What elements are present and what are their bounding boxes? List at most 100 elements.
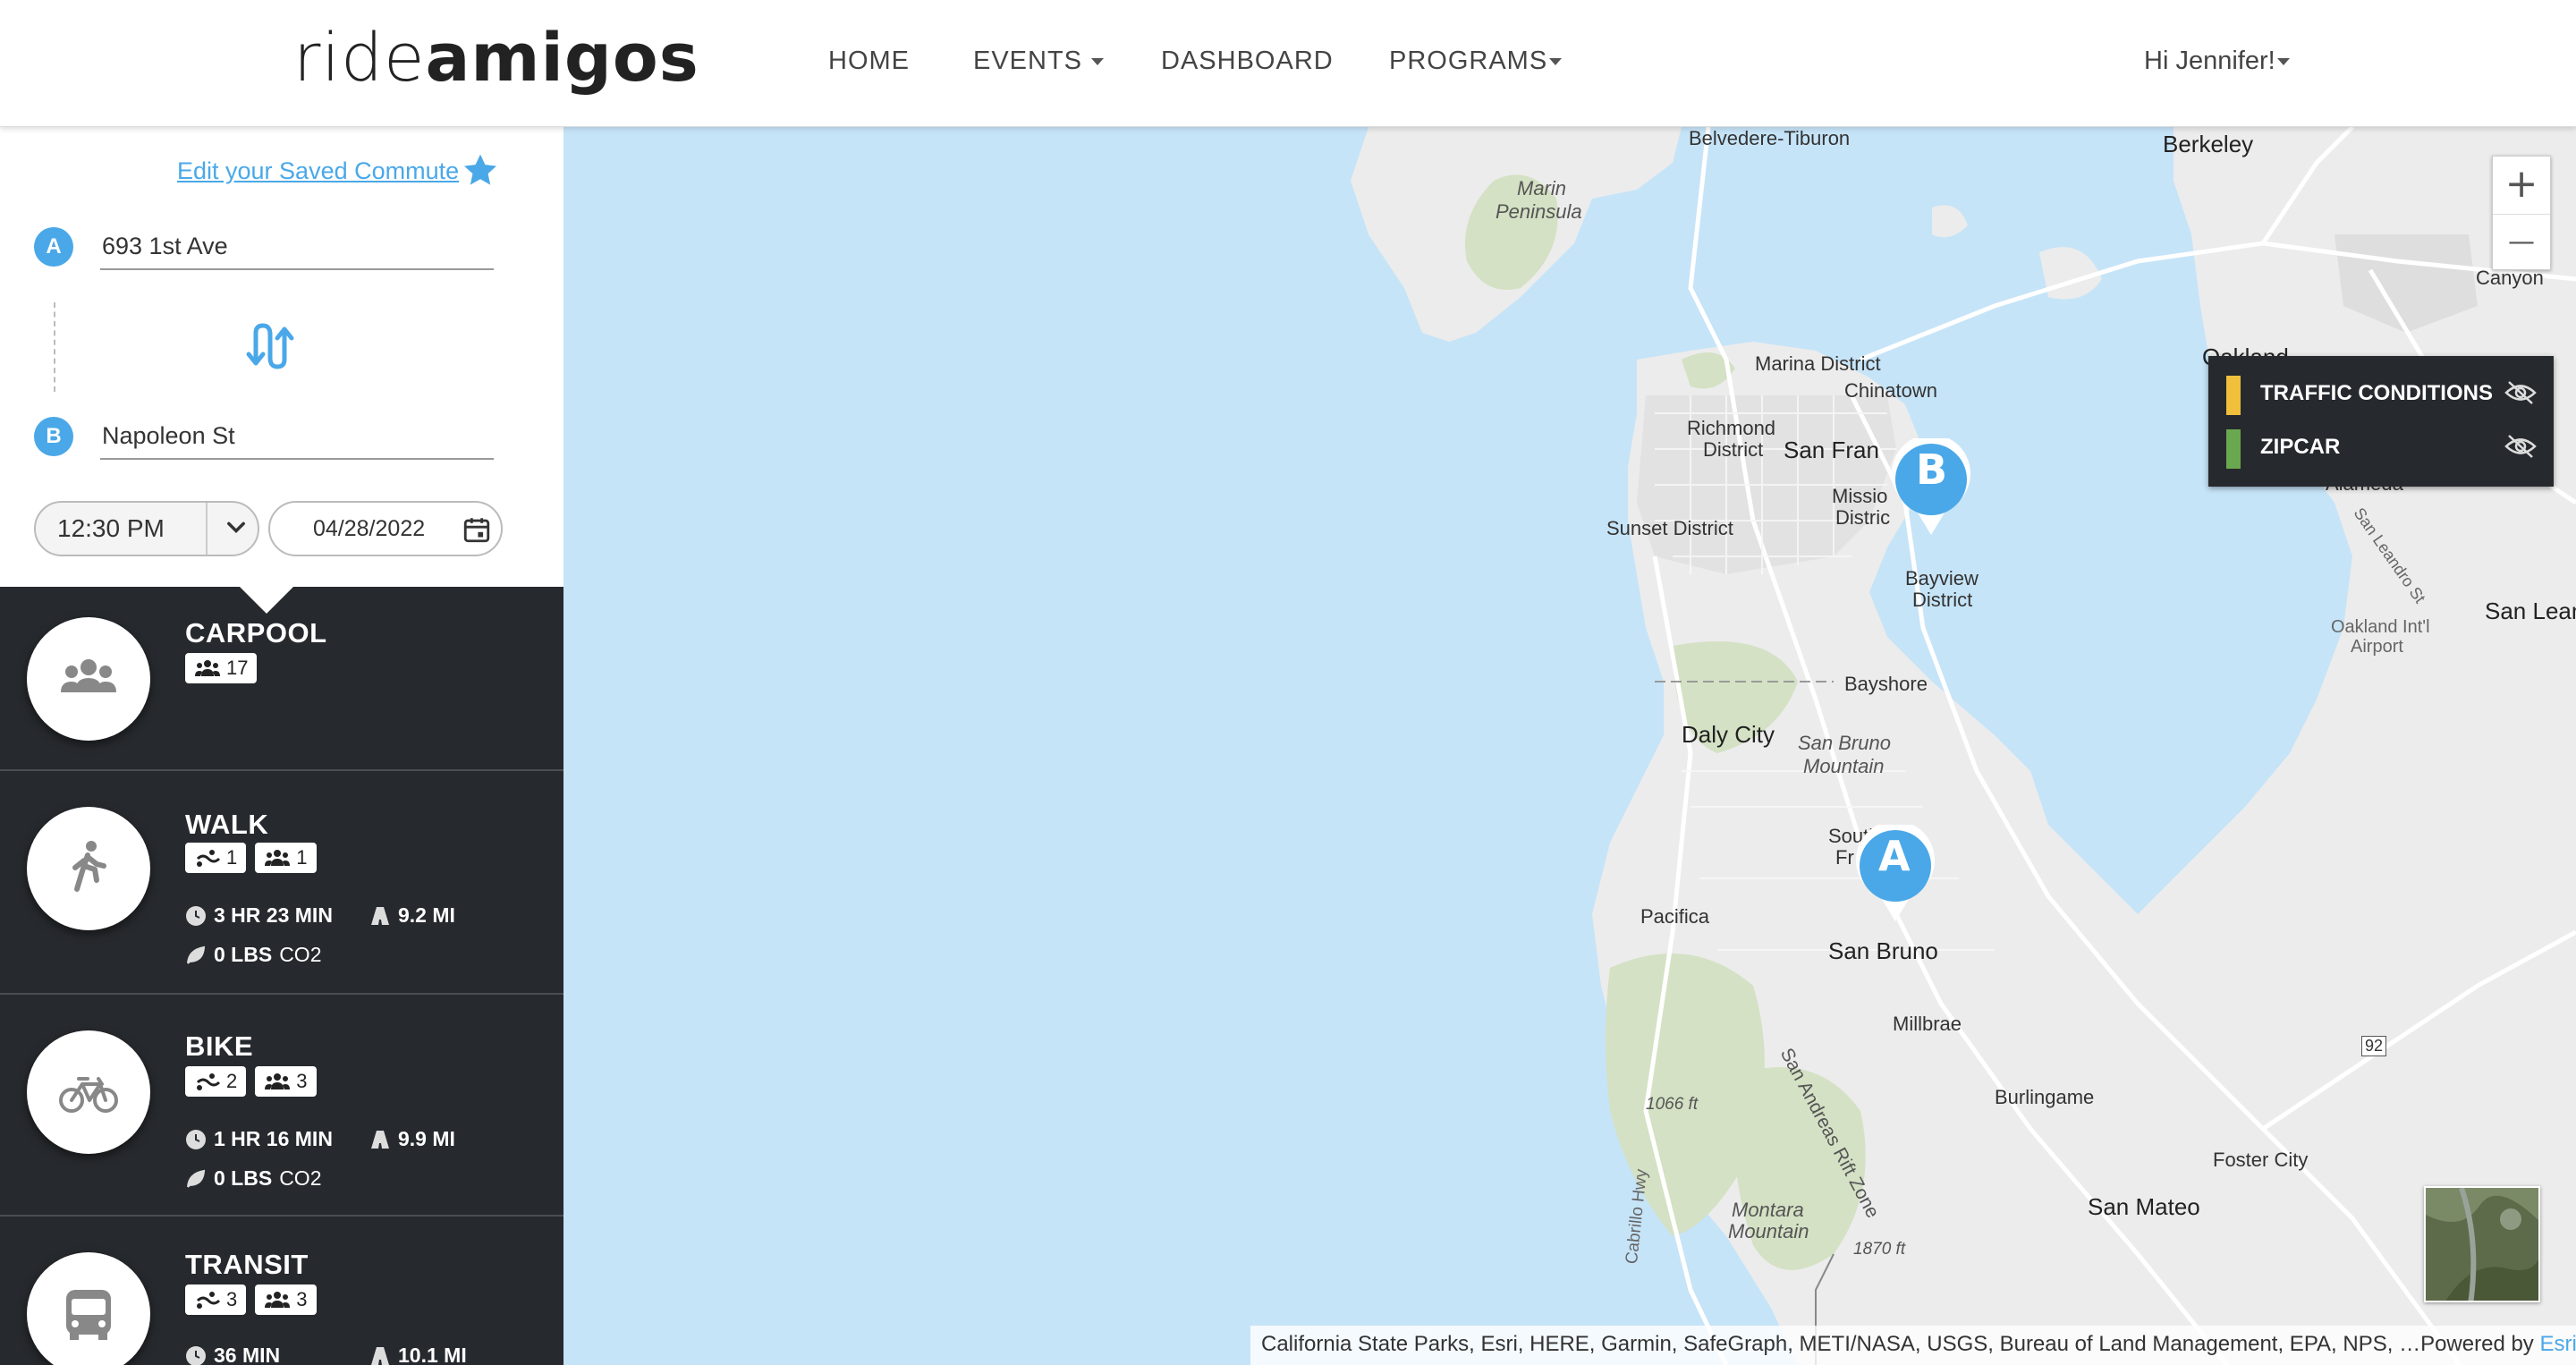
time-select[interactable]: 12:30 PM: [34, 501, 259, 556]
legend-row-zipcar[interactable]: ZIPCAR: [2208, 420, 2554, 472]
route-map[interactable]: Belvedere-Tiburon Berkeley Marin Peninsu…: [564, 127, 2576, 1365]
leaf-icon: [187, 945, 206, 964]
attribution-text: California State Parks, Esri, HERE, Garm…: [1261, 1332, 2540, 1356]
mode-card-bike[interactable]: BIKE 2 3 1 HR 16 MIN 9.9 MI 0 LBS CO2: [0, 995, 564, 1217]
people-icon: [265, 850, 291, 866]
mode-chips: 2 3: [185, 1066, 317, 1097]
time-value: 12:30 PM: [57, 514, 165, 542]
mode-icon-circle: [27, 1030, 150, 1154]
clock-icon: [186, 905, 206, 926]
mode-chips: 3 3: [185, 1284, 317, 1315]
map-label: Distric: [1835, 506, 1891, 529]
co2-stat: 0 LBS CO2: [185, 1166, 321, 1191]
mode-card-transit[interactable]: TRANSIT 3 3 36 MIN 10.1 MI: [0, 1217, 564, 1365]
chevron-down-icon: [227, 521, 245, 533]
rideamigos-logo[interactable]: rideamigos: [293, 20, 699, 97]
leaf-icon: [187, 1169, 206, 1188]
zoom-in-button[interactable]: +: [2493, 157, 2550, 214]
people-icon: [195, 660, 220, 676]
duration-value: 3 HR 23 MIN: [214, 903, 333, 927]
co2-unit: CO2: [279, 943, 322, 966]
map-label: 1066 ft: [1646, 1095, 1699, 1114]
map-label: San Bruno: [1828, 937, 1938, 964]
top-navbar: rideamigos HOME EVENTS DASHBOARD PROGRAM…: [0, 0, 2576, 127]
swap-direction-icon[interactable]: [245, 322, 295, 372]
mode-card-carpool[interactable]: CARPOOL 17: [0, 587, 564, 771]
mode-icon-circle: [27, 807, 150, 930]
nav-events[interactable]: EVENTS: [973, 47, 1105, 76]
map-label: Richmond: [1687, 417, 1776, 439]
highway-shield: 92: [2361, 1036, 2387, 1056]
map-label: San Mateo: [2088, 1193, 2200, 1220]
edit-saved-commute-link[interactable]: Edit your Saved Commute: [177, 157, 459, 185]
co2-unit: CO2: [279, 1166, 322, 1190]
road-icon: [371, 906, 389, 925]
map-label: San Lean: [2485, 598, 2576, 624]
map-label: Sunset District: [1606, 517, 1733, 539]
map-label: Millbrae: [1893, 1013, 1962, 1035]
nav-home[interactable]: HOME: [828, 47, 910, 76]
destination-input[interactable]: [100, 413, 494, 460]
map-layer-legend: TRAFFIC CONDITIONS ZIPCAR: [2208, 356, 2554, 487]
co2-value: 0 LBS: [214, 1166, 273, 1190]
nav-dashboard[interactable]: DASHBOARD: [1161, 47, 1334, 76]
esri-link[interactable]: Esri: [2539, 1332, 2576, 1356]
duration-value: 1 HR 16 MIN: [214, 1127, 333, 1150]
chip-people-count: 3: [255, 1066, 317, 1097]
user-menu[interactable]: Hi Jennifer!: [2144, 47, 2290, 76]
duration-stat: 3 HR 23 MIN: [185, 903, 333, 928]
select-divider: [206, 503, 208, 555]
mode-chips: 1 1: [185, 843, 317, 873]
nav-programs[interactable]: PROGRAMS: [1389, 47, 1563, 76]
calendar-icon[interactable]: [462, 514, 492, 545]
map-basemap: [1351, 127, 2576, 1365]
people-icon: [265, 1292, 291, 1308]
road-icon: [371, 1346, 389, 1365]
origin-badge: A: [34, 227, 73, 267]
eye-slash-icon[interactable]: [2504, 379, 2538, 406]
destination-badge: B: [34, 417, 73, 456]
chip-value: 1: [296, 846, 308, 869]
route-connector-line: [54, 302, 55, 392]
legend-row-traffic[interactable]: TRAFFIC CONDITIONS: [2208, 367, 2554, 419]
road-icon: [371, 1130, 389, 1149]
legend-label: TRAFFIC CONDITIONS: [2260, 381, 2493, 405]
legend-swatch: [2226, 376, 2241, 415]
legend-swatch: [2226, 429, 2241, 469]
walk-icon: [72, 841, 106, 892]
map-label: Daly City: [1682, 721, 1775, 748]
map-label: Bayview: [1905, 567, 1979, 589]
date-input[interactable]: 04/28/2022: [268, 501, 503, 556]
zoom-out-button[interactable]: —: [2493, 214, 2550, 271]
nav-events-label: EVENTS: [973, 47, 1083, 75]
mode-card-walk[interactable]: WALK 1 1 3 HR 23 MIN 9.2 MI 0 LBS CO2: [0, 771, 564, 995]
map-attribution: California State Parks, Esri, HERE, Garm…: [1250, 1326, 2576, 1365]
zoom-controls: + —: [2492, 156, 2551, 270]
chevron-down-icon: [1549, 58, 1563, 66]
chip-people-count: 17: [185, 653, 258, 683]
map-label: Oakland Int'l: [2331, 617, 2430, 637]
selection-pointer: [240, 587, 293, 614]
clock-icon: [186, 1345, 206, 1365]
duration-value: 36 MIN: [214, 1344, 281, 1365]
co2-stat: 0 LBS CO2: [185, 943, 321, 967]
chip-value: 3: [296, 1070, 308, 1092]
chevron-down-icon: [1091, 58, 1105, 66]
eye-slash-icon[interactable]: [2504, 433, 2538, 460]
map-label: Marin: [1517, 177, 1567, 199]
map-label: San Fran: [1784, 437, 1879, 463]
map-label: Fr: [1835, 846, 1854, 869]
mode-icon-circle: [27, 1252, 150, 1365]
map-label: Berkeley: [2163, 131, 2254, 157]
map-label: Burlingame: [1995, 1086, 2095, 1108]
nav-programs-label: PROGRAMS: [1389, 47, 1548, 75]
map-label: Foster City: [2213, 1149, 2309, 1171]
legend-label: ZIPCAR: [2260, 435, 2341, 459]
origin-input[interactable]: [100, 224, 494, 270]
basemap-toggle-thumbnail[interactable]: [2424, 1186, 2540, 1302]
distance-stat: 9.2 MI: [369, 903, 455, 928]
star-icon[interactable]: [462, 152, 499, 190]
satellite-thumbnail-image: [2426, 1188, 2538, 1301]
chip-people-count: 3: [255, 1284, 317, 1315]
distance-value: 9.2 MI: [398, 903, 455, 927]
